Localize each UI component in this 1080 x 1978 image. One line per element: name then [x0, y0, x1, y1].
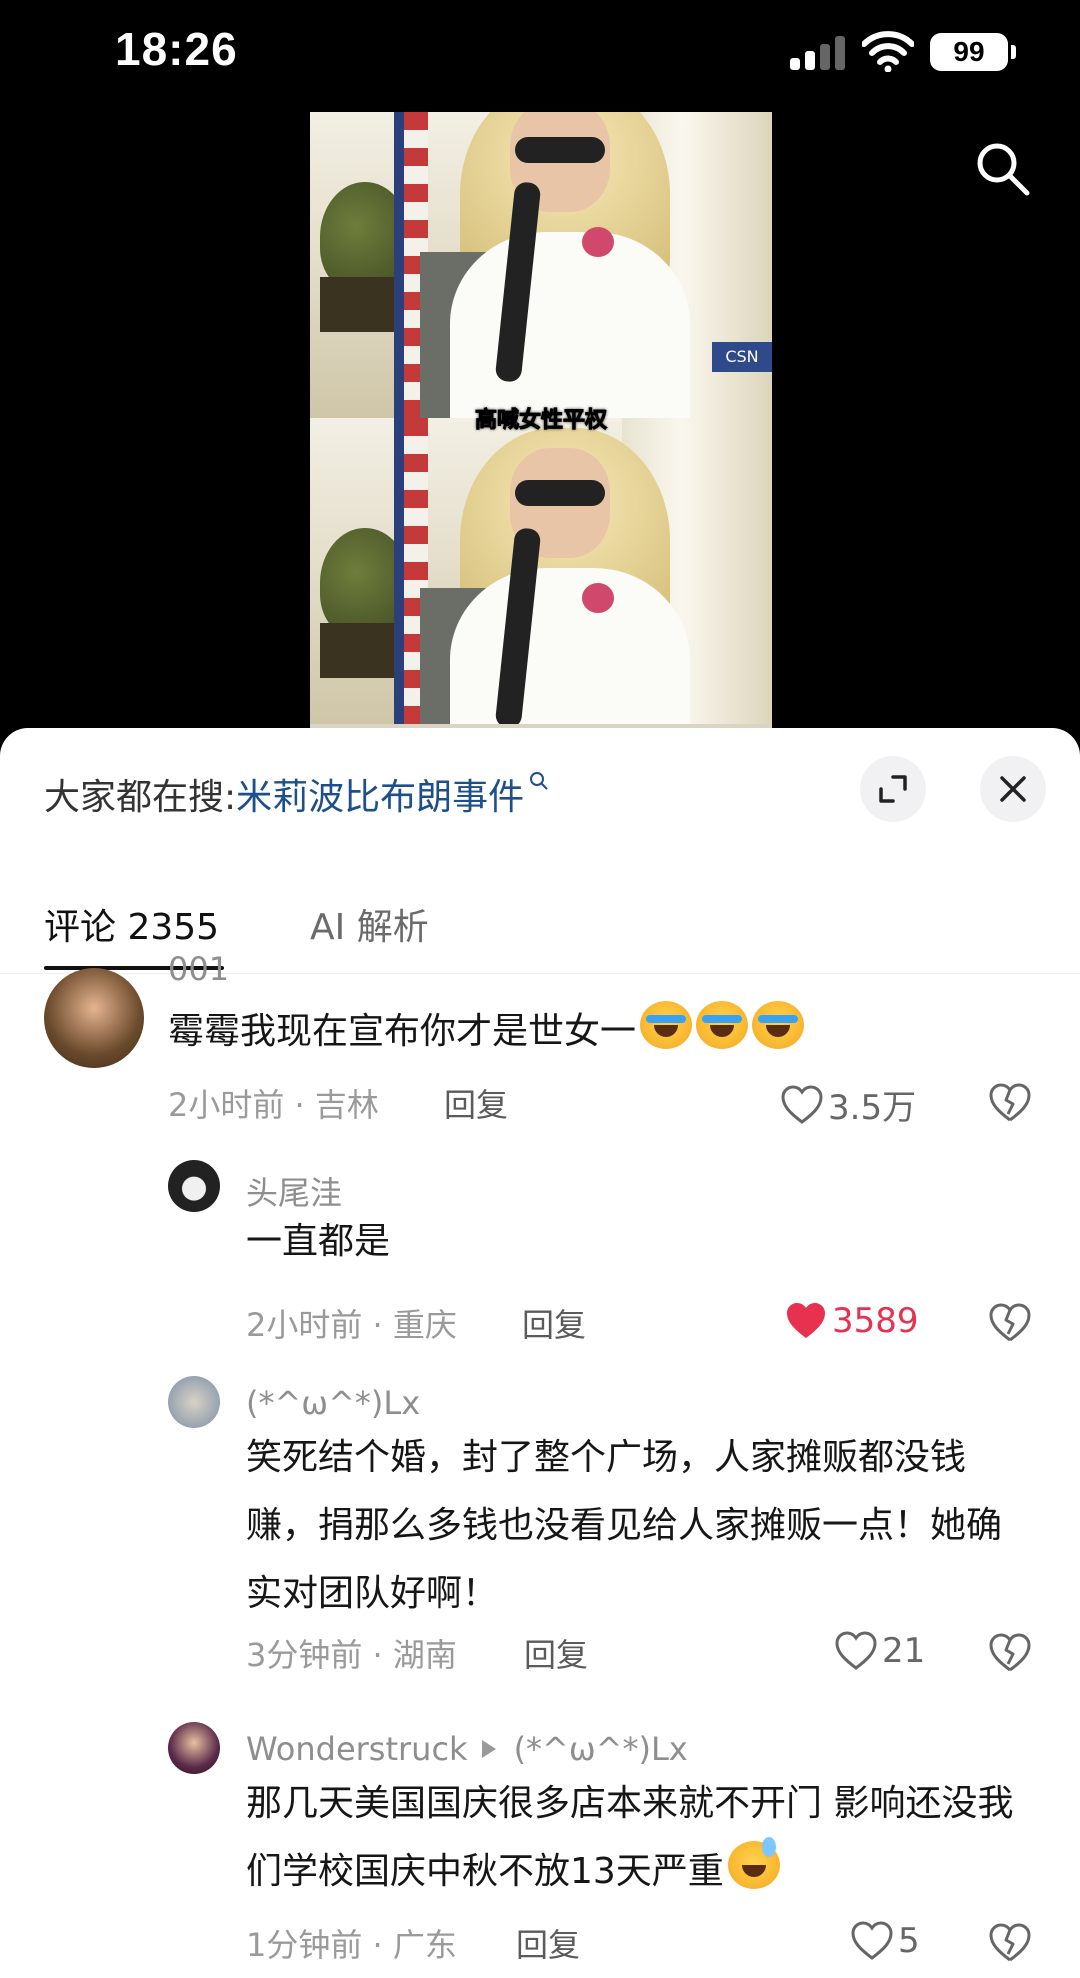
dislike-icon[interactable]: [988, 1632, 1032, 1674]
tab-comments[interactable]: 评论 2355: [44, 898, 219, 950]
comment-text: 笑死结个婚，封了整个广场，人家摊贩都没钱赚，捐那么多钱也没看见给人家摊贩一点！她…: [246, 1437, 1003, 1614]
hot-search-prefix: 大家都在搜:: [44, 777, 237, 818]
comment-text: 一直都是: [246, 1221, 391, 1262]
avatar[interactable]: [168, 1160, 220, 1212]
avatar[interactable]: [168, 1722, 220, 1774]
avatar[interactable]: [168, 1376, 220, 1428]
sweat-smile-emoji: [727, 1837, 780, 1889]
hot-search-bar[interactable]: 大家都在搜:米莉波比布朗事件: [44, 768, 550, 820]
heart-icon: [851, 1921, 893, 1960]
video-frame: CSN: [310, 112, 772, 418]
comment-meta: 2小时前 · 吉林: [168, 1086, 379, 1124]
search-icon: [530, 772, 548, 790]
like-count: 3589: [832, 1301, 919, 1341]
comment-item: 001 霉霉我现在宣布你才是世女一 2小时前 · 吉林 回复 3.5万: [0, 950, 1080, 1168]
comment-username[interactable]: Wonderstruck: [246, 1730, 468, 1768]
status-bar: 18:26 99: [0, 0, 1080, 110]
heart-icon: [781, 1084, 823, 1124]
comment-item: (*^ω^*)Lx 笑死结个婚，封了整个广场，人家摊贩都没钱赚，捐那么多钱也没看…: [0, 1376, 1080, 1676]
dislike-icon[interactable]: [988, 1302, 1032, 1344]
comment-item: Wonderstruck (*^ω^*)Lx 那几天美国国庆很多店本来就不开门 影…: [0, 1722, 1080, 1978]
like-button[interactable]: 3589: [784, 1300, 919, 1344]
comment-meta: 2小时前 · 重庆: [246, 1306, 457, 1344]
comment-meta: 1分钟前 · 广东: [246, 1926, 457, 1964]
heart-icon: [787, 1303, 825, 1338]
reply-button[interactable]: 回复: [444, 1080, 508, 1126]
reply-to-username[interactable]: (*^ω^*)Lx: [514, 1730, 688, 1768]
comment-username-line: Wonderstruck (*^ω^*)Lx: [246, 1730, 688, 1768]
expand-button[interactable]: [860, 756, 926, 822]
reply-button[interactable]: 回复: [516, 1920, 580, 1966]
dislike-icon[interactable]: [988, 1082, 1032, 1124]
tab-bar: 评论 2355 AI 解析: [0, 878, 1080, 974]
reply-button[interactable]: 回复: [522, 1300, 586, 1346]
hot-search-link[interactable]: 米莉波比布朗事件: [236, 777, 524, 818]
avatar[interactable]: [44, 968, 144, 1068]
video-frame: [310, 418, 772, 724]
laughing-crying-emoji: [696, 1001, 749, 1049]
comment-meta: 3分钟前 · 湖南: [246, 1636, 457, 1674]
battery-indicator: 99: [930, 33, 1016, 71]
video-caption: 高喊女性平权: [474, 408, 607, 434]
like-button[interactable]: 3.5万: [780, 1080, 916, 1128]
laughing-crying-emoji: [752, 1001, 805, 1049]
comment-text: 霉霉我现在宣布你才是世女一: [168, 1011, 637, 1052]
heart-icon: [835, 1631, 877, 1670]
close-button[interactable]: [980, 756, 1046, 822]
expand-icon: [879, 775, 907, 803]
search-icon[interactable]: [972, 138, 1032, 198]
reply-button[interactable]: 回复: [524, 1630, 588, 1676]
like-count: 3.5万: [828, 1088, 917, 1128]
close-icon: [1000, 776, 1026, 802]
wifi-icon: [862, 31, 914, 72]
tab-ai-analysis[interactable]: AI 解析: [310, 898, 429, 950]
like-button[interactable]: 21: [834, 1630, 925, 1674]
comment-text: 那几天美国国庆很多店本来就不开门 影响还没我们学校国庆中秋不放13天严重: [246, 1783, 1014, 1892]
like-button[interactable]: 5: [850, 1920, 920, 1964]
comment-username[interactable]: 001: [168, 950, 229, 988]
status-time: 18:26: [115, 23, 238, 75]
comment-item: 头尾洼 一直都是 2小时前 · 重庆 回复 3589: [0, 1160, 1080, 1360]
like-count: 5: [898, 1921, 920, 1961]
like-count: 21: [882, 1631, 926, 1671]
comments-sheet: 大家都在搜:米莉波比布朗事件 评论 2355 AI 解析 001 霉霉我现在宣布…: [0, 728, 1080, 1978]
cellular-signal-icon: [790, 36, 846, 70]
laughing-crying-emoji: [640, 1001, 693, 1049]
dislike-icon[interactable]: [988, 1922, 1032, 1964]
reply-arrow-icon: [481, 1740, 496, 1758]
comment-username[interactable]: (*^ω^*)Lx: [246, 1384, 420, 1422]
video-player[interactable]: CSN 高喊女性平权: [310, 112, 772, 732]
